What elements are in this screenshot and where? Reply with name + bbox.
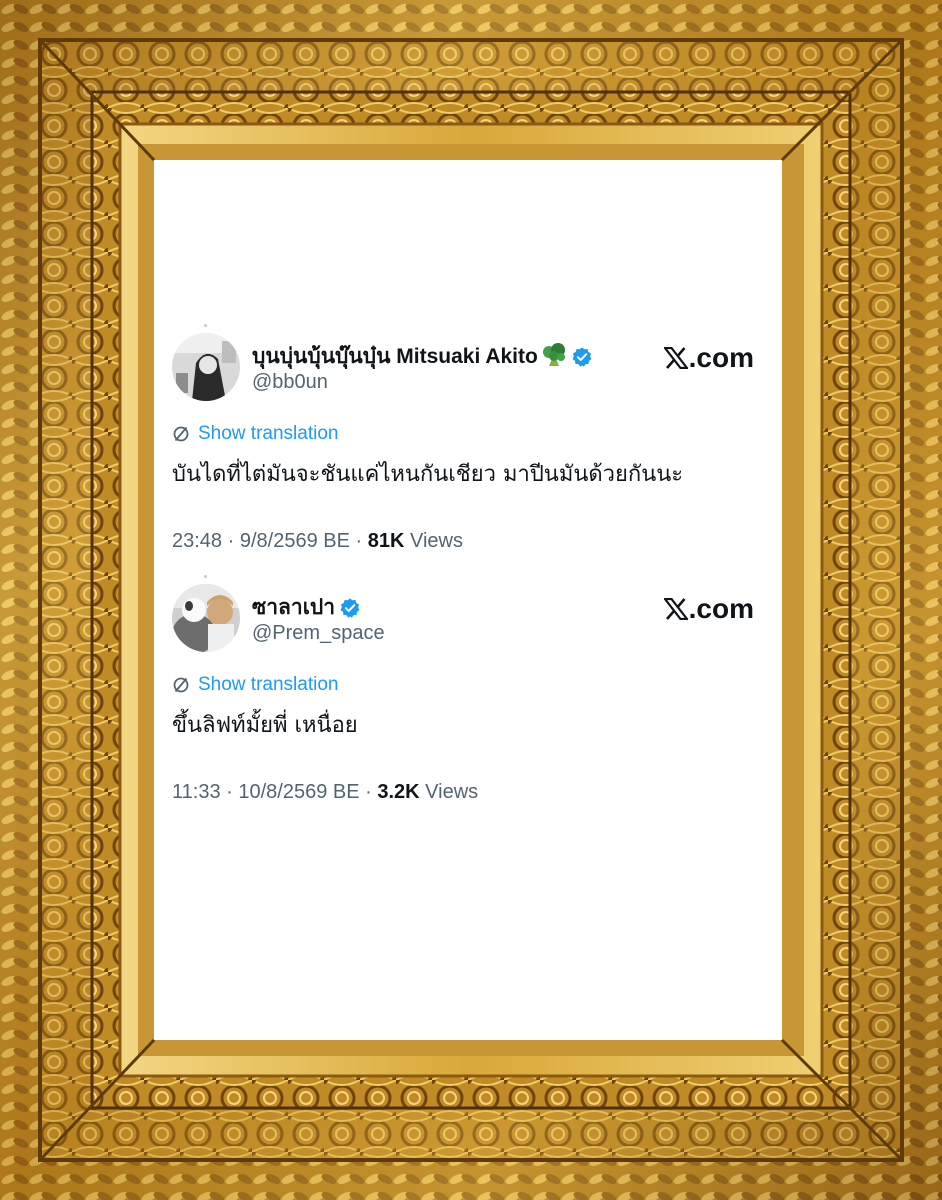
views-count: 81K — [367, 530, 405, 552]
avatar-status-dot — [204, 575, 207, 578]
translate-icon — [173, 677, 189, 693]
verified-badge-icon — [339, 597, 361, 619]
user-handle[interactable]: @bb0un — [252, 371, 328, 394]
show-translation-label: Show translation — [198, 674, 339, 695]
x-com-brand: .com — [663, 593, 754, 625]
avatar-photo — [172, 584, 240, 652]
views-count: 3.2K — [377, 781, 420, 803]
avatar[interactable] — [172, 333, 240, 401]
meta-separator: · — [220, 781, 239, 803]
avatar-photo — [172, 333, 240, 401]
verified-badge-icon — [571, 346, 593, 368]
meta-separator: · — [359, 781, 378, 803]
meta-separator: · — [349, 530, 368, 552]
display-name-row: บุนบุ่นบุ้นบุ๊นบุ๋น Mitsuaki Akito — [252, 340, 593, 373]
tweet-text: บันไดที่ไต่มันจะชันแค่ไหนกันเชียว มาปีนม… — [172, 462, 684, 487]
translate-icon — [173, 426, 189, 442]
views-label: Views — [425, 781, 479, 803]
meta-separator: · — [222, 530, 240, 552]
show-translation-link[interactable]: Show translation — [172, 423, 338, 445]
tweet-date[interactable]: 9/8/2569 BE — [240, 530, 350, 552]
x-com-label: .com — [688, 342, 754, 373]
user-handle[interactable]: @Prem_space — [252, 622, 385, 645]
display-name-row: ซาลาเปา — [252, 591, 361, 624]
show-translation-link[interactable]: Show translation — [172, 674, 338, 696]
avatar-status-dot — [204, 324, 207, 327]
x-com-label: .com — [688, 593, 754, 624]
x-logo-icon — [663, 347, 688, 369]
x-com-brand: .com — [663, 342, 754, 374]
show-translation-label: Show translation — [198, 423, 339, 444]
avatar[interactable] — [172, 584, 240, 652]
tweet-date[interactable]: 10/8/2569 BE — [238, 781, 359, 803]
display-name[interactable]: บุนบุ่นบุ้นบุ๊นบุ๋น Mitsuaki Akito — [252, 340, 538, 373]
tweet-canvas: บุนบุ่นบุ้นบุ๊นบุ๋น Mitsuaki Akito @bb0u… — [154, 160, 782, 1040]
x-logo-icon — [663, 598, 688, 620]
broccoli-icon — [541, 342, 567, 372]
tweet-text: ขึ้นลิฟท์มั้ยพี่ เหนื่อย — [172, 713, 358, 738]
tweet-time[interactable]: 11:33 — [172, 781, 221, 803]
display-name[interactable]: ซาลาเปา — [252, 591, 335, 624]
tweet-meta: 23:48 · 9/8/2569 BE · 81K Views — [172, 530, 463, 553]
tweet-meta: 11:33 · 10/8/2569 BE · 3.2K Views — [172, 781, 478, 804]
tweet-time[interactable]: 23:48 — [172, 530, 222, 552]
views-label: Views — [409, 530, 463, 552]
